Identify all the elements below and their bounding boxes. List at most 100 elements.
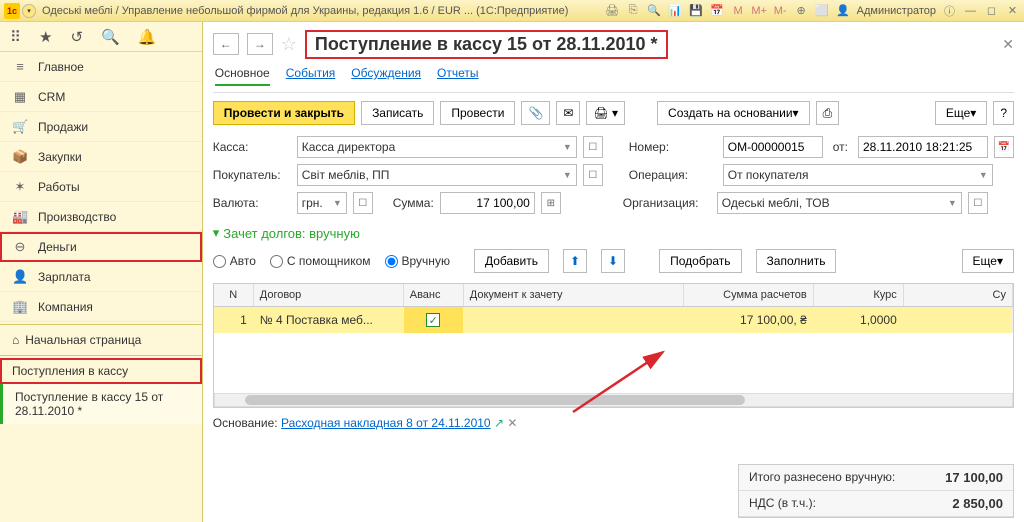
sidebar-item-salary[interactable]: 👤Зарплата bbox=[0, 262, 202, 292]
open-icon[interactable]: ↗ bbox=[494, 416, 504, 430]
operation-input[interactable]: От покупателя▼ bbox=[723, 164, 993, 186]
close-icon[interactable]: ✕ bbox=[1005, 3, 1020, 18]
cashbox-input[interactable]: Касса директора▼ bbox=[297, 136, 577, 158]
sidebar-item-works[interactable]: ✶Работы bbox=[0, 172, 202, 202]
save-button[interactable]: Записать bbox=[361, 101, 434, 125]
sidebar-home-page[interactable]: ⌂Начальная страница bbox=[0, 327, 202, 353]
sidebar-item-crm[interactable]: ▦CRM bbox=[0, 82, 202, 112]
nav-back-button[interactable]: ← bbox=[213, 33, 239, 55]
radio-auto[interactable]: Авто bbox=[213, 254, 256, 268]
buyer-input[interactable]: Світ меблів, ПП▼ bbox=[297, 164, 577, 186]
cell-advance[interactable]: ✓ bbox=[404, 307, 464, 333]
col-contract[interactable]: Договор bbox=[254, 284, 404, 306]
sidebar-item-main[interactable]: ≡Главное bbox=[0, 52, 202, 82]
toolbar-icon[interactable]: ⬜ bbox=[815, 3, 830, 18]
toolbar-icon[interactable]: M+ bbox=[752, 3, 767, 18]
minimize-icon[interactable]: — bbox=[963, 3, 978, 18]
open-button[interactable]: ☐ bbox=[353, 192, 373, 214]
info-icon[interactable]: ⓘ bbox=[942, 3, 957, 18]
sidebar-item-production[interactable]: 🏭Производство bbox=[0, 202, 202, 232]
cell-rate: 1,0000 bbox=[814, 307, 904, 333]
structure-button[interactable]: ⎙ bbox=[816, 101, 840, 125]
sidebar: ⠿ ★ ↺ 🔍 🔔 ≡Главное ▦CRM 🛒Продажи 📦Закупк… bbox=[0, 22, 203, 522]
app-menu-dropdown[interactable]: ▾ bbox=[22, 4, 36, 18]
nav-forward-button[interactable]: → bbox=[247, 33, 273, 55]
email-button[interactable]: ✉ bbox=[556, 101, 580, 125]
table-row[interactable]: 1 № 4 Поставка меб... ✓ 17 100,00, ₴ 1,0… bbox=[214, 307, 1013, 333]
open-button[interactable]: ☐ bbox=[968, 192, 988, 214]
sidebar-item-sales[interactable]: 🛒Продажи bbox=[0, 112, 202, 142]
crm-icon: ▦ bbox=[12, 89, 28, 105]
search-icon[interactable]: 🔍 bbox=[101, 28, 120, 46]
tab-discussions[interactable]: Обсуждения bbox=[351, 66, 421, 86]
from-label: от: bbox=[833, 140, 848, 154]
more-button[interactable]: Еще ▾ bbox=[935, 101, 987, 125]
sidebar-sub-receipts[interactable]: Поступления в кассу bbox=[0, 358, 202, 384]
move-up-button[interactable]: ⬆ bbox=[563, 249, 587, 273]
col-advance[interactable]: Аванс bbox=[404, 284, 464, 306]
toolbar-icon[interactable]: ⊕ bbox=[794, 3, 809, 18]
debts-section-header[interactable]: ▾Зачет долгов: вручную bbox=[213, 217, 1014, 245]
tab-reports[interactable]: Отчеты bbox=[437, 66, 478, 86]
create-based-button[interactable]: Создать на основании ▾ bbox=[657, 101, 810, 125]
star-icon[interactable]: ★ bbox=[39, 28, 52, 46]
toolbar-icon[interactable]: 💾 bbox=[689, 3, 704, 18]
horizontal-scrollbar[interactable] bbox=[214, 393, 1013, 407]
number-label: Номер: bbox=[629, 140, 717, 154]
number-input[interactable] bbox=[723, 136, 823, 158]
calendar-button[interactable]: 📅 bbox=[994, 136, 1014, 158]
post-and-close-button[interactable]: Провести и закрыть bbox=[213, 101, 355, 125]
user-icon[interactable]: 👤 bbox=[836, 3, 851, 18]
close-document-icon[interactable]: ✕ bbox=[1002, 36, 1014, 53]
toolbar-icon[interactable]: 📅 bbox=[710, 3, 725, 18]
toolbar-icon[interactable]: ⎘ bbox=[626, 3, 641, 18]
toolbar-icon[interactable]: 🔍 bbox=[647, 3, 662, 18]
col-doc[interactable]: Документ к зачету bbox=[464, 284, 684, 306]
checkbox-icon[interactable]: ✓ bbox=[426, 313, 440, 327]
attach-button[interactable]: 📎 bbox=[521, 101, 550, 125]
col-rate[interactable]: Курс bbox=[814, 284, 904, 306]
toolbar-icon[interactable]: 📊 bbox=[668, 3, 683, 18]
calc-button[interactable]: ⊞ bbox=[541, 192, 561, 214]
fill-button[interactable]: Заполнить bbox=[756, 249, 837, 273]
move-down-button[interactable]: ⬇ bbox=[601, 249, 625, 273]
table-more-button[interactable]: Еще ▾ bbox=[962, 249, 1014, 273]
post-button[interactable]: Провести bbox=[440, 101, 515, 125]
bell-icon[interactable]: 🔔 bbox=[138, 28, 157, 46]
tab-main[interactable]: Основное bbox=[215, 66, 270, 86]
amount-input[interactable] bbox=[440, 192, 535, 214]
print-button[interactable]: 🖨 ▾ bbox=[586, 101, 625, 125]
app-logo-icon: 1c bbox=[4, 3, 20, 19]
radio-manual[interactable]: Вручную bbox=[385, 254, 450, 268]
help-button[interactable]: ? bbox=[993, 101, 1014, 125]
tab-events[interactable]: События bbox=[286, 66, 336, 86]
favorite-star-icon[interactable]: ☆ bbox=[281, 34, 297, 55]
toolbar-icon[interactable]: M bbox=[731, 3, 746, 18]
toolbar-icon[interactable]: M- bbox=[773, 3, 788, 18]
cell-sum: 17 100,00, ₴ bbox=[684, 307, 814, 333]
add-row-button[interactable]: Добавить bbox=[474, 249, 549, 273]
sidebar-item-purchases[interactable]: 📦Закупки bbox=[0, 142, 202, 172]
sidebar-sub-current-doc[interactable]: Поступление в кассу 15 от 28.11.2010 * bbox=[0, 384, 202, 424]
history-icon[interactable]: ↺ bbox=[70, 28, 83, 46]
sidebar-item-money[interactable]: ⊖Деньги bbox=[0, 232, 202, 262]
currency-input[interactable]: грн.▼ bbox=[297, 192, 347, 214]
maximize-icon[interactable]: ◻ bbox=[984, 3, 999, 18]
clear-icon[interactable]: ✕ bbox=[507, 416, 517, 430]
date-input[interactable] bbox=[858, 136, 988, 158]
house-icon: ⌂ bbox=[12, 333, 19, 347]
apps-icon[interactable]: ⠿ bbox=[10, 28, 21, 46]
open-button[interactable]: ☐ bbox=[583, 136, 603, 158]
open-button[interactable]: ☐ bbox=[583, 164, 603, 186]
toolbar-icon[interactable]: 🖨 bbox=[605, 3, 620, 18]
radio-wizard[interactable]: С помощником bbox=[270, 254, 371, 268]
org-input[interactable]: Одеські меблі, ТОВ▼ bbox=[717, 192, 962, 214]
home-icon: ≡ bbox=[12, 59, 28, 74]
col-n[interactable]: N bbox=[214, 284, 254, 306]
col-sum[interactable]: Сумма расчетов bbox=[684, 284, 814, 306]
basis-link[interactable]: Расходная накладная 8 от 24.11.2010 bbox=[281, 416, 491, 430]
col-sum2[interactable]: Су bbox=[904, 284, 1013, 306]
admin-label[interactable]: Администратор bbox=[857, 5, 936, 17]
sidebar-item-company[interactable]: 🏢Компания bbox=[0, 292, 202, 322]
pick-button[interactable]: Подобрать bbox=[659, 249, 741, 273]
